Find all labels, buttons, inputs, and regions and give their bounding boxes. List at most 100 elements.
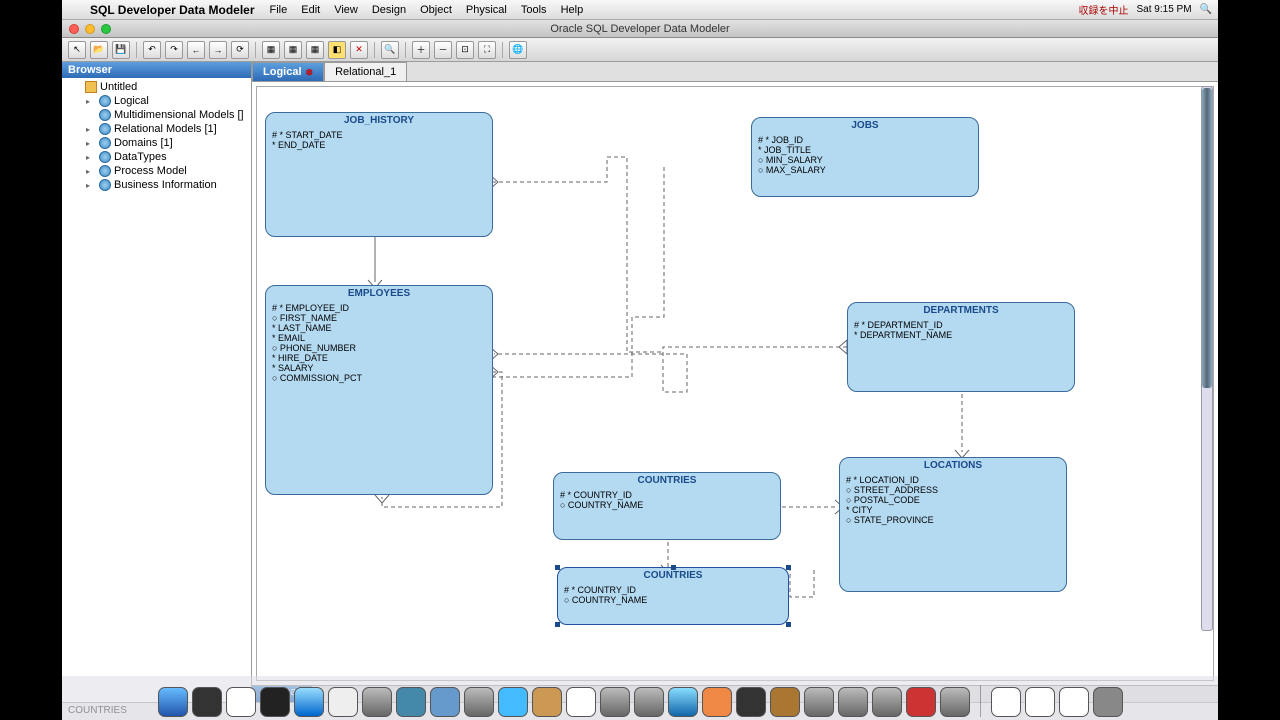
resize-handle[interactable] [786,565,791,570]
entity-locations[interactable]: LOCATIONS # * LOCATION_ID○ STREET_ADDRES… [839,457,1067,592]
dock-app-icon[interactable] [532,687,562,717]
dock-app-icon[interactable] [804,687,834,717]
dock-app-icon[interactable] [430,687,460,717]
tree-item[interactable]: ▸Relational Models [1] [62,122,251,136]
resize-handle[interactable] [786,622,791,627]
entity-attribute: * JOB_TITLE [758,145,972,155]
tab-label: Logical [263,66,302,78]
entity-attribute: * SALARY [272,363,486,373]
menu-help[interactable]: Help [561,4,584,16]
node-icon [99,137,111,149]
close-window-button[interactable] [69,24,79,34]
dock-terminal-icon[interactable] [260,687,290,717]
resize-handle[interactable] [671,565,676,570]
tree-item[interactable]: ▸DataTypes [62,150,251,164]
dock-dashboard-icon[interactable] [192,687,222,717]
expand-icon[interactable]: ▸ [86,153,96,162]
menu-tools[interactable]: Tools [521,4,547,16]
expand-icon[interactable]: ▸ [86,167,96,176]
close-icon[interactable]: ⊗ [306,67,314,78]
expand-icon[interactable]: ▸ [86,97,96,106]
dock-app-icon[interactable] [600,687,630,717]
entity-attribute: # * DEPARTMENT_ID [854,320,1068,330]
diagram-canvas[interactable]: JOB_HISTORY # * START_DATE* END_DATE JOB… [256,86,1214,681]
tool-refresh[interactable]: ⟳ [231,41,249,59]
dock-finder-icon[interactable] [158,687,188,717]
menu-physical[interactable]: Physical [466,4,507,16]
dock-preview-icon[interactable] [396,687,426,717]
tree-item[interactable]: ▸Process Model [62,164,251,178]
entity-attribute: * CITY [846,505,1060,515]
zoom-window-button[interactable] [101,24,111,34]
tab-relational[interactable]: Relational_1 [324,62,407,81]
entity-departments[interactable]: DEPARTMENTS # * DEPARTMENT_ID* DEPARTMEN… [847,302,1075,392]
dock-app-icon[interactable] [702,687,732,717]
tool-redo[interactable]: ↷ [165,41,183,59]
tool-zoom-out[interactable]: － [434,41,452,59]
entity-jobs[interactable]: JOBS # * JOB_ID* JOB_TITLE○ MIN_SALARY○ … [751,117,979,197]
dock-app-icon[interactable] [362,687,392,717]
dock-ical-icon[interactable] [566,687,596,717]
tree-item[interactable]: ▸Business Information [62,178,251,192]
dock-app-icon[interactable] [906,687,936,717]
entity-countries-selected[interactable]: COUNTRIES # * COUNTRY_ID○ COUNTRY_NAME [557,567,789,625]
vertical-scrollbar[interactable] [1201,86,1213,631]
dock-trash-icon[interactable] [1093,687,1123,717]
menu-design[interactable]: Design [372,4,406,16]
entity-employees[interactable]: EMPLOYEES # * EMPLOYEE_ID○ FIRST_NAME* L… [265,285,493,495]
tree-item[interactable]: Multidimensional Models [] [62,108,251,122]
dock-app-icon[interactable] [872,687,902,717]
tool-grid3[interactable]: ▦ [306,41,324,59]
dock-safari-icon[interactable] [294,687,324,717]
tree-item[interactable]: Untitled [62,80,251,94]
dock-itunes-icon[interactable] [668,687,698,717]
browser-tree[interactable]: Untitled▸LogicalMultidimensional Models … [62,78,251,194]
tool-grid1[interactable]: ▦ [262,41,280,59]
tool-zoom-in[interactable]: ＋ [412,41,430,59]
menu-edit[interactable]: Edit [301,4,320,16]
minimize-window-button[interactable] [85,24,95,34]
tool-fit[interactable]: ⊡ [456,41,474,59]
dock-app-icon[interactable] [464,687,494,717]
scrollbar-thumb[interactable] [1202,88,1212,388]
tool-delete[interactable]: ✕ [350,41,368,59]
menu-object[interactable]: Object [420,4,452,16]
titlebar: Oracle SQL Developer Data Modeler [62,20,1218,38]
dock-imovie-icon[interactable] [736,687,766,717]
tool-save[interactable]: 💾 [112,41,130,59]
tool-search[interactable]: 🔍 [381,41,399,59]
tool-pointer[interactable]: ↖ [68,41,86,59]
spotlight-icon[interactable]: 🔍 [1200,4,1212,15]
entity-attribute: ○ POSTAL_CODE [846,495,1060,505]
tool-grid2[interactable]: ▦ [284,41,302,59]
expand-icon[interactable]: ▸ [86,181,96,190]
entity-countries[interactable]: COUNTRIES # * COUNTRY_ID○ COUNTRY_NAME [553,472,781,540]
entity-job-history[interactable]: JOB_HISTORY # * START_DATE* END_DATE [265,112,493,237]
dock-doc-icon[interactable] [1025,687,1055,717]
tree-item[interactable]: ▸Logical [62,94,251,108]
tool-open[interactable]: 📂 [90,41,108,59]
tool-web[interactable]: 🌐 [509,41,527,59]
dock-ichat-icon[interactable] [498,687,528,717]
tree-item[interactable]: ▸Domains [1] [62,136,251,150]
tool-undo[interactable]: ↶ [143,41,161,59]
dock-x11-icon[interactable] [226,687,256,717]
dock-sysprefs-icon[interactable] [838,687,868,717]
tool-nav-back[interactable]: ← [187,41,205,59]
dock-doc-icon[interactable] [1059,687,1089,717]
expand-icon[interactable]: ▸ [86,139,96,148]
menu-view[interactable]: View [334,4,358,16]
dock-app-icon[interactable] [634,687,664,717]
dock-garageband-icon[interactable] [770,687,800,717]
tool-fit-window[interactable]: ⛶ [478,41,496,59]
resize-handle[interactable] [555,565,560,570]
expand-icon[interactable]: ▸ [86,125,96,134]
dock-app-icon[interactable] [940,687,970,717]
tool-nav-fwd[interactable]: → [209,41,227,59]
tool-new[interactable]: ◧ [328,41,346,59]
dock-doc-icon[interactable] [991,687,1021,717]
dock-textedit-icon[interactable] [328,687,358,717]
tab-logical[interactable]: Logical ⊗ [252,62,324,81]
resize-handle[interactable] [555,622,560,627]
menu-file[interactable]: File [270,4,288,16]
